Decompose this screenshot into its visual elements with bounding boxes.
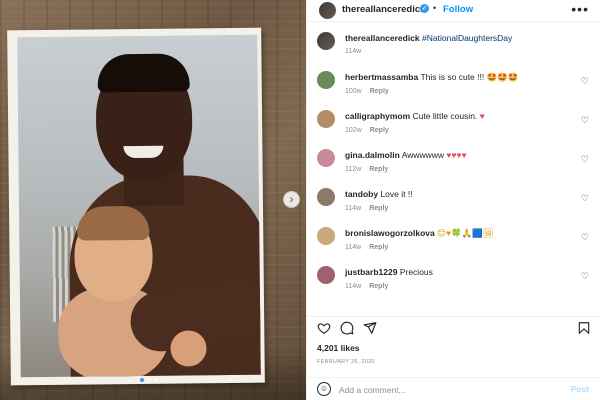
comment-username[interactable]: bronislawogorzolkova — [345, 228, 435, 238]
comment-body: Precious — [399, 267, 433, 277]
post-panel: thereallanceredick ✓ • Follow ••• therea… — [306, 0, 600, 400]
comment-username[interactable]: gina.dalmolin — [345, 150, 400, 160]
caption-username[interactable]: thereallanceredick — [345, 33, 420, 43]
comments-list[interactable]: thereallanceredick #NationalDaughtersDay… — [307, 24, 600, 312]
likes-count[interactable]: 4,201 likes — [317, 343, 360, 353]
author-username[interactable]: thereallanceredick — [342, 4, 425, 15]
post-date: FEBRUARY 26, 2020 — [317, 359, 375, 365]
post-button[interactable]: Post — [571, 384, 589, 394]
comment-time: 114w — [345, 244, 362, 251]
post-media: › — [0, 0, 306, 400]
comment-like-icon[interactable]: ♡ — [581, 76, 589, 87]
comment-emoji: ♥ — [479, 111, 485, 121]
father-hair — [97, 53, 190, 93]
share-icon[interactable] — [363, 321, 377, 335]
follow-button[interactable]: Follow — [443, 4, 473, 15]
comment-meta: 114w Reply — [345, 283, 388, 290]
bookmark-icon[interactable] — [577, 321, 591, 335]
reply-button[interactable]: Reply — [369, 283, 388, 290]
comment-like-icon[interactable]: ♡ — [581, 232, 589, 243]
photo-print — [7, 27, 265, 386]
comment-text: herbertmassamba This is so cute !!! 🤩🤩🤩 — [345, 72, 575, 83]
comment-time: 114w — [345, 283, 362, 290]
comment-username[interactable]: tandoby — [345, 189, 378, 199]
carousel-dots — [140, 378, 158, 382]
comment-input[interactable] — [339, 382, 559, 397]
comment-like-icon[interactable]: ♡ — [581, 193, 589, 204]
avatar[interactable] — [319, 2, 336, 19]
avatar[interactable] — [317, 188, 335, 206]
comment-meta: 114w Reply — [345, 205, 388, 212]
avatar[interactable] — [317, 32, 335, 50]
comment-text: bronislawogorzolkova 😊♥🍀🙏🟦🖼 — [345, 228, 575, 239]
comment-emoji: 🤩🤩🤩 — [486, 72, 519, 82]
reply-button[interactable]: Reply — [369, 166, 388, 173]
comment-emoji: ♥♥♥♥ — [446, 150, 467, 160]
carousel-dot[interactable] — [140, 378, 144, 382]
comment-body: Cute little cousin. — [412, 111, 478, 121]
action-bar — [307, 316, 600, 340]
avatar[interactable] — [317, 149, 335, 167]
comment-text: calligraphymom Cute little cousin. ♥ — [345, 111, 575, 122]
caption-meta: 114w — [345, 48, 361, 55]
comment-emoji: 😊♥🍀🙏🟦🖼 — [437, 228, 494, 238]
avatar[interactable] — [317, 110, 335, 128]
comment-icon[interactable] — [340, 321, 354, 335]
separator-dot: • — [433, 3, 437, 13]
comment-text: justbarb1229 Precious — [345, 267, 575, 278]
comment-time: 100w — [345, 88, 362, 95]
more-options-icon[interactable]: ••• — [571, 1, 589, 17]
comment-meta: 112w Reply — [345, 166, 388, 173]
comment-meta: 102w Reply — [345, 127, 389, 134]
comment-text: gina.dalmolin Awwwwww ♥♥♥♥ — [345, 150, 575, 161]
carousel-dot[interactable] — [147, 378, 151, 382]
comment-meta: 100w Reply — [345, 88, 389, 95]
next-slide-button[interactable]: › — [283, 191, 300, 208]
heart-icon[interactable] — [317, 321, 331, 335]
avatar[interactable] — [317, 227, 335, 245]
reply-button[interactable]: Reply — [369, 205, 388, 212]
reply-button[interactable]: Reply — [369, 244, 388, 251]
comment-time: 112w — [345, 166, 362, 173]
avatar[interactable] — [317, 71, 335, 89]
comment-meta: 114w Reply — [345, 244, 388, 251]
post-header: thereallanceredick ✓ • Follow ••• — [307, 0, 600, 22]
comment-text: tandoby Love it !! — [345, 189, 575, 200]
comment-body: This is so cute !!! — [420, 72, 485, 82]
reply-button[interactable]: Reply — [370, 88, 389, 95]
reply-button[interactable]: Reply — [370, 127, 389, 134]
comment-time: 114w — [345, 205, 362, 212]
comment-username[interactable]: justbarb1229 — [345, 267, 397, 277]
post-photo[interactable] — [17, 34, 261, 378]
comment-like-icon[interactable]: ♡ — [581, 271, 589, 282]
carousel-dot[interactable] — [154, 378, 158, 382]
comment-body: Love it !! — [380, 189, 413, 199]
caption-time: 114w — [345, 48, 362, 55]
emoji-picker-icon[interactable]: ☺ — [317, 382, 331, 396]
baby-hair — [76, 205, 150, 241]
baby-hand — [170, 330, 207, 367]
comment-username[interactable]: calligraphymom — [345, 111, 410, 121]
add-comment-bar: ☺ Post — [307, 377, 600, 400]
comment-like-icon[interactable]: ♡ — [581, 154, 589, 165]
verified-badge-icon: ✓ — [420, 4, 429, 13]
caption-text: thereallanceredick #NationalDaughtersDay — [345, 33, 575, 44]
caption-hashtag[interactable]: #NationalDaughtersDay — [422, 33, 512, 43]
avatar[interactable] — [317, 266, 335, 284]
comment-body: Awwwwww — [401, 150, 445, 160]
comment-like-icon[interactable]: ♡ — [581, 115, 589, 126]
comment-username[interactable]: herbertmassamba — [345, 72, 418, 82]
comment-time: 102w — [345, 127, 362, 134]
